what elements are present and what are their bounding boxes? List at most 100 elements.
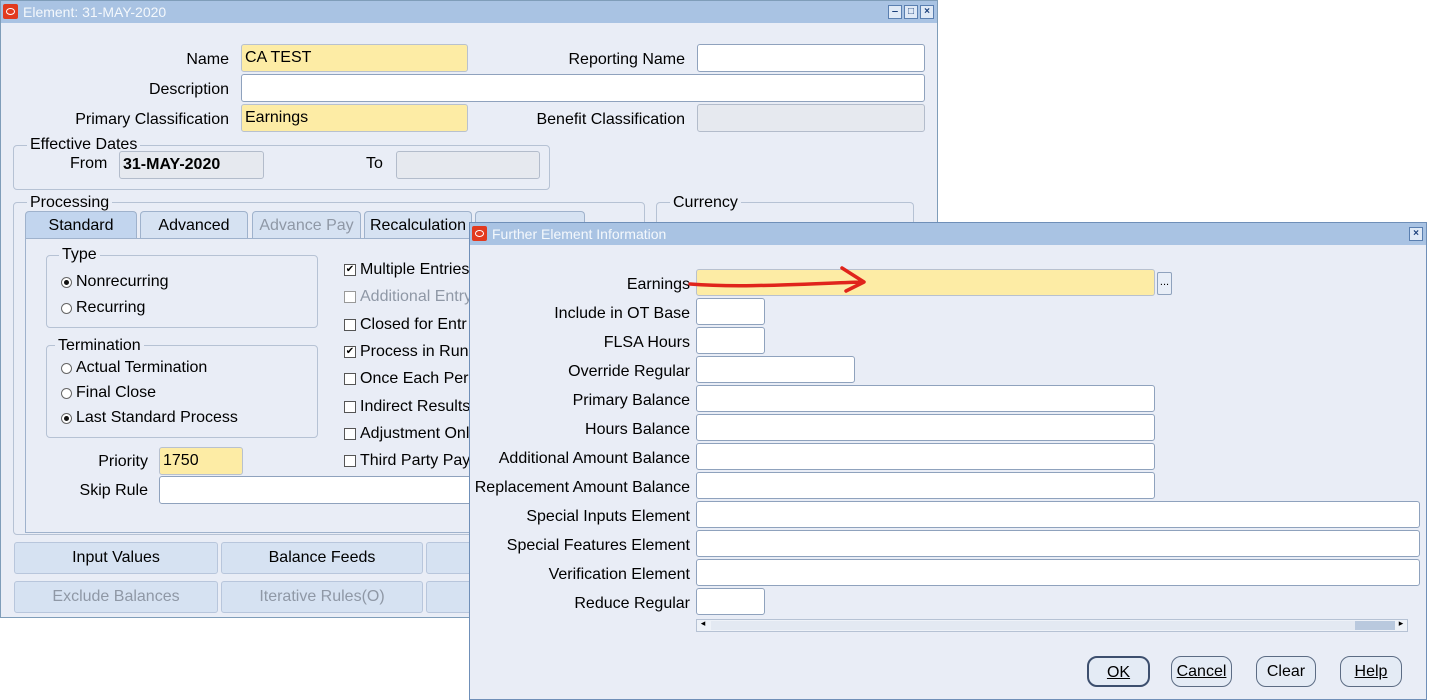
replacement-amount-balance-field[interactable]	[696, 472, 1155, 499]
name-field[interactable]: CA TEST	[241, 44, 468, 72]
earnings-label: Earnings	[626, 276, 690, 293]
hours-balance-field[interactable]	[696, 414, 1155, 441]
radio-actual-termination[interactable]: Actual Termination	[61, 359, 207, 377]
to-label: To	[366, 155, 383, 172]
special-features-element-label: Special Features Element	[506, 537, 690, 554]
description-field[interactable]	[241, 74, 925, 102]
additional-amount-balance-field[interactable]	[696, 443, 1155, 470]
maximize-icon[interactable]: □	[904, 5, 918, 19]
list-of-values-button[interactable]: ...	[1157, 272, 1172, 295]
description-label: Description	[148, 81, 229, 98]
scroll-right-icon[interactable]: ▸	[1395, 618, 1407, 629]
radio-selected-icon	[61, 412, 72, 424]
skip-rule-label: Skip Rule	[79, 482, 148, 499]
horizontal-scrollbar[interactable]: ◂ ▸	[696, 618, 1408, 632]
checkbox-unchecked-icon	[344, 319, 356, 331]
element-window-titlebar[interactable]: Element: 31-MAY-2020 ‒ □ ×	[1, 1, 937, 23]
primary-balance-label: Primary Balance	[572, 392, 690, 409]
checkbox-label: Third Party Pay	[360, 452, 471, 469]
checkbox-checked-icon: ✔	[344, 264, 356, 276]
radio-recurring[interactable]: Recurring	[61, 299, 145, 317]
additional-amount-balance-label: Additional Amount Balance	[498, 450, 690, 467]
include-in-ot-base-label: Include in OT Base	[554, 305, 690, 322]
type-title: Type	[59, 246, 100, 264]
checkbox-additional-entry[interactable]: Additional Entry	[344, 288, 472, 306]
minimize-icon[interactable]: ‒	[888, 5, 902, 19]
cancel-button[interactable]: Cancel	[1171, 656, 1232, 687]
radio-label: Last Standard Process	[76, 409, 238, 426]
checkbox-closed-for-entry[interactable]: Closed for Entr	[344, 316, 467, 334]
radio-label: Final Close	[76, 384, 157, 401]
to-date-field[interactable]	[396, 151, 540, 179]
button-label: OK	[1106, 664, 1131, 681]
checkbox-label: Process in Run	[360, 343, 469, 360]
checkbox-multiple-entries[interactable]: ✔ Multiple Entries	[344, 261, 469, 279]
button-label: Cancel	[1176, 663, 1227, 680]
benefit-classification-label: Benefit Classification	[536, 111, 685, 128]
special-inputs-element-field[interactable]	[696, 501, 1420, 528]
checkbox-adjustment-only[interactable]: Adjustment Only	[344, 425, 477, 443]
checkbox-process-in-run[interactable]: ✔ Process in Run	[344, 343, 469, 361]
radio-nonrecurring[interactable]: Nonrecurring	[61, 273, 168, 291]
radio-unselected-icon	[61, 362, 72, 374]
scrollbar-track[interactable]	[711, 621, 1355, 630]
skip-rule-field[interactable]	[159, 476, 499, 504]
benefit-classification-field[interactable]	[697, 104, 925, 132]
ok-button[interactable]: OK	[1087, 656, 1150, 687]
help-button[interactable]: Help	[1340, 656, 1402, 687]
dialog-titlebar[interactable]: Further Element Information ×	[470, 223, 1426, 245]
checkbox-label: Adjustment Only	[360, 425, 478, 442]
close-icon[interactable]: ×	[920, 5, 934, 19]
special-features-element-field[interactable]	[696, 530, 1420, 557]
radio-unselected-icon	[61, 387, 72, 399]
special-inputs-element-label: Special Inputs Element	[526, 508, 690, 525]
iterative-rules-button[interactable]: Iterative Rules(O)	[221, 581, 423, 613]
reporting-name-label: Reporting Name	[568, 51, 686, 68]
checkbox-indirect-results[interactable]: Indirect Results	[344, 398, 470, 416]
flsa-hours-label: FLSA Hours	[603, 334, 690, 351]
scrollbar-thumb[interactable]	[1355, 621, 1395, 630]
button-label: Iterative Rules(O)	[259, 588, 385, 605]
reduce-regular-label: Reduce Regular	[574, 595, 690, 612]
verification-element-field[interactable]	[696, 559, 1420, 586]
earnings-field[interactable]	[696, 269, 1155, 296]
checkbox-label: Additional Entry	[360, 288, 473, 305]
balance-feeds-button[interactable]: Balance Feeds	[221, 542, 423, 574]
radio-selected-icon	[61, 276, 72, 288]
flsa-hours-field[interactable]	[696, 327, 765, 354]
button-label: Balance Feeds	[268, 549, 376, 566]
reduce-regular-field[interactable]	[696, 588, 765, 615]
type-group	[46, 255, 318, 328]
checkbox-third-party-pay[interactable]: Third Party Pay	[344, 452, 470, 470]
dialog-title: Further Element Information	[492, 226, 667, 242]
primary-balance-field[interactable]	[696, 385, 1155, 412]
exclude-balances-button[interactable]: Exclude Balances	[14, 581, 218, 613]
override-regular-label: Override Regular	[568, 363, 690, 380]
checkbox-label: Closed for Entr	[360, 316, 467, 333]
tab-advance-pay[interactable]: Advance Pay	[252, 211, 361, 239]
close-icon[interactable]: ×	[1409, 227, 1423, 241]
button-label: Clear	[1266, 663, 1306, 680]
from-date-field[interactable]: 31-MAY-2020	[119, 151, 264, 179]
tab-standard[interactable]: Standard	[25, 211, 137, 239]
checkbox-once-each-period[interactable]: Once Each Per	[344, 370, 469, 388]
reporting-name-field[interactable]	[697, 44, 925, 72]
checkbox-unchecked-icon	[344, 455, 356, 467]
radio-last-standard-process[interactable]: Last Standard Process	[61, 409, 238, 427]
include-in-ot-base-field[interactable]	[696, 298, 765, 325]
currency-title: Currency	[670, 194, 741, 212]
scroll-left-icon[interactable]: ◂	[697, 618, 709, 629]
termination-title: Termination	[55, 337, 144, 355]
override-regular-field[interactable]	[696, 356, 855, 383]
replacement-amount-balance-label: Replacement Amount Balance	[474, 479, 690, 496]
input-values-button[interactable]: Input Values	[14, 542, 218, 574]
tab-advanced[interactable]: Advanced	[140, 211, 248, 239]
radio-final-close[interactable]: Final Close	[61, 384, 156, 402]
checkbox-checked-icon: ✔	[344, 346, 356, 358]
tab-recalculation[interactable]: Recalculation	[364, 211, 472, 239]
checkbox-unchecked-icon	[344, 373, 356, 385]
clear-button[interactable]: Clear	[1256, 656, 1316, 687]
priority-field[interactable]: 1750	[159, 447, 243, 475]
priority-label: Priority	[98, 453, 148, 470]
primary-classification-field[interactable]: Earnings	[241, 104, 468, 132]
